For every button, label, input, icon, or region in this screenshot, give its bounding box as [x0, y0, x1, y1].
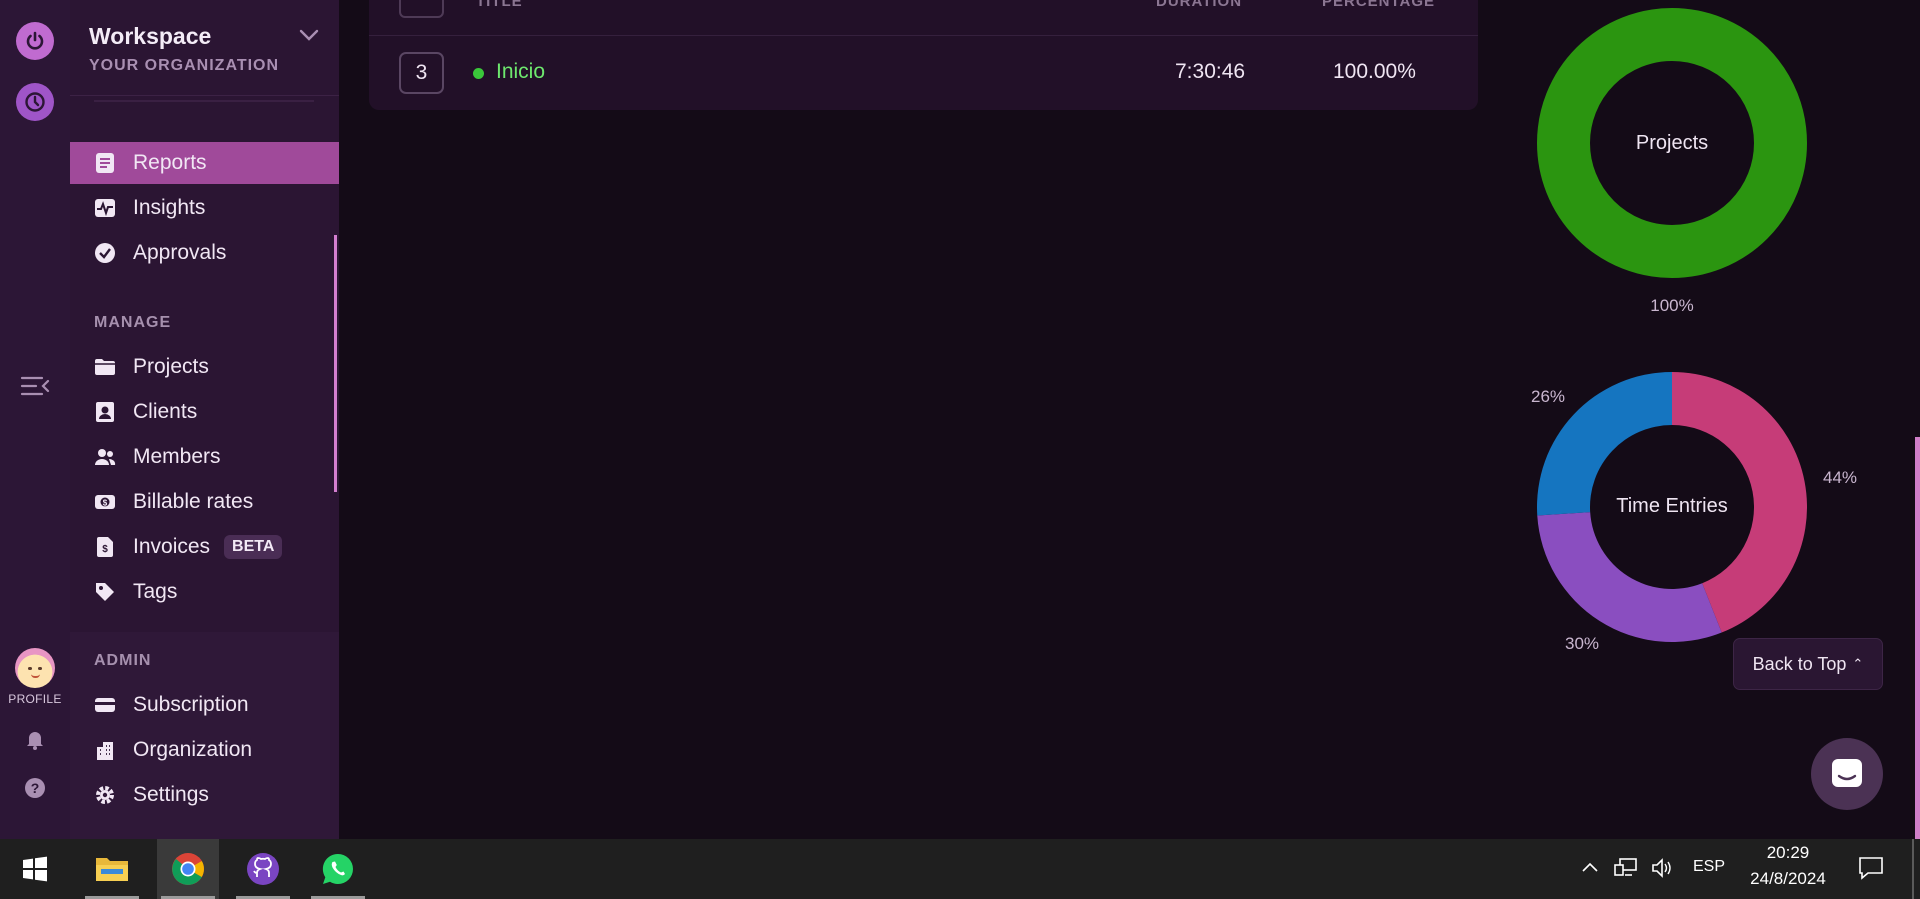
sidebar-item-label: Reports [133, 151, 207, 174]
workspace-name: Workspace [89, 23, 212, 49]
row-duration: 7:30:46 [1175, 60, 1246, 83]
timer-icon[interactable] [16, 83, 54, 121]
svg-text:?: ? [31, 780, 40, 796]
workspace-org: YOUR ORGANIZATION [89, 57, 280, 74]
projects-slice-label: 100% [1650, 296, 1693, 315]
github-desktop-icon[interactable] [232, 839, 294, 899]
money-icon: $ [94, 491, 116, 513]
notification-center-icon[interactable] [1858, 856, 1884, 885]
chat-icon [1832, 759, 1862, 787]
svg-text:$: $ [103, 499, 108, 508]
sidebar-item-label: Projects [133, 355, 209, 378]
chevron-down-icon [298, 28, 320, 44]
volume-icon[interactable] [1651, 857, 1675, 884]
sidebar-item-insights[interactable]: Insights [70, 187, 339, 229]
sidebar-item-approvals[interactable]: Approvals [70, 232, 339, 274]
sidebar-item-projects[interactable]: Projects [70, 346, 339, 388]
admin-section: ADMIN Subscription Organization Settings [70, 632, 339, 839]
folder-icon [94, 356, 116, 378]
sidebar-item-invoices[interactable]: $ Invoices BETA [70, 526, 339, 568]
contact-card-icon [94, 401, 116, 423]
whatsapp-icon[interactable] [307, 839, 369, 899]
table-header: TITLE DURATION PERCENTAGE [369, 0, 1478, 36]
sidebar-item-label: Organization [133, 738, 253, 761]
credit-card-icon [94, 694, 116, 716]
column-header-title[interactable]: TITLE [476, 0, 523, 10]
sidebar-item-label: Members [133, 445, 221, 468]
sidebar-item-label: Approvals [133, 241, 227, 264]
chevron-up-icon[interactable] [1580, 857, 1600, 882]
section-label-admin: ADMIN [94, 652, 152, 669]
show-desktop-button[interactable] [1912, 839, 1914, 899]
invoice-icon: $ [94, 536, 116, 558]
svg-text:$: $ [102, 544, 108, 555]
workspace-switcher[interactable]: Workspace YOUR ORGANIZATION [70, 0, 339, 96]
sidebar-item-subscription[interactable]: Subscription [70, 684, 339, 726]
windows-taskbar: ESP [0, 839, 1920, 899]
sidebar-scrollbar[interactable] [334, 235, 337, 492]
column-header-duration[interactable]: DURATION [1156, 0, 1242, 10]
sidebar-item-label: Invoices [133, 535, 211, 558]
sidebar-item-label: Clients [133, 400, 198, 423]
sidebar-item-label: Settings [133, 783, 209, 806]
sidebar-item-billable-rates[interactable]: $ Billable rates [70, 481, 339, 523]
section-label-manage: MANAGE [94, 314, 172, 331]
sidebar-item-members[interactable]: Members [70, 436, 339, 478]
users-icon [94, 446, 116, 468]
sidebar-item-settings[interactable]: Settings [70, 774, 339, 816]
chat-launcher-button[interactable] [1811, 738, 1883, 810]
beta-badge: BETA [224, 535, 283, 559]
taskbar-time[interactable]: 20:29 [1745, 843, 1831, 863]
back-to-top-button[interactable]: Back to Top ⌃ [1733, 638, 1883, 690]
reports-icon [94, 152, 116, 174]
column-header-percentage[interactable]: PERCENTAGE [1322, 0, 1435, 10]
network-icon[interactable] [1614, 857, 1638, 884]
page-scrollbar[interactable] [1915, 437, 1920, 839]
language-indicator[interactable]: ESP [1693, 858, 1725, 876]
chevron-up-icon: ⌃ [1852, 656, 1864, 671]
sidebar-item-tags[interactable]: Tags [70, 571, 339, 613]
avatar[interactable] [15, 648, 55, 688]
row-number[interactable]: 3 [399, 52, 444, 94]
taskbar-date[interactable]: 24/8/2024 [1738, 869, 1838, 889]
time-entries-center-label: Time Entries [1616, 495, 1728, 517]
row-percentage: 100.00% [1333, 60, 1416, 83]
sidebar-item-clients[interactable]: Clients [70, 391, 339, 433]
sidebar-item-reports[interactable]: Reports [70, 142, 339, 184]
select-all-checkbox[interactable] [399, 0, 444, 18]
chrome-icon[interactable] [157, 839, 219, 899]
bell-icon[interactable] [23, 727, 47, 751]
back-to-top-label: Back to Top [1752, 653, 1847, 674]
slice-label-30: 30% [1565, 634, 1599, 653]
slice-label-26: 26% [1531, 387, 1565, 406]
file-explorer-icon[interactable] [81, 839, 143, 899]
project-color-dot [473, 68, 484, 79]
power-icon[interactable] [16, 22, 54, 60]
building-icon [94, 739, 116, 761]
windows-start-icon[interactable] [4, 839, 66, 899]
sidebar-item-label: Subscription [133, 693, 249, 716]
time-entries-slice-1[interactable] [1537, 512, 1722, 642]
projects-center-label: Projects [1636, 132, 1708, 154]
report-table: TITLE DURATION PERCENTAGE 3 Inicio 7:30:… [369, 0, 1478, 110]
row-title[interactable]: Inicio [496, 60, 545, 84]
tag-icon [94, 581, 116, 603]
profile-label: PROFILE [8, 692, 62, 706]
sidebar-item-organization[interactable]: Organization [70, 729, 339, 771]
charts-area: Projects 100% Time Entries 44% 30% 26% [1531, 8, 1857, 653]
sidebar-item-label: Tags [133, 580, 178, 603]
help-icon[interactable]: ? [23, 776, 47, 800]
sidebar-item-label: Insights [133, 196, 206, 219]
sidebar: Reports Insights Approvals MANAGE Projec… [70, 0, 339, 839]
activity-icon [94, 197, 116, 219]
collapse-sidebar-icon[interactable] [20, 375, 50, 397]
app-rail: PROFILE ? [0, 0, 70, 839]
check-circle-icon [94, 242, 116, 264]
sidebar-item-label: Billable rates [133, 490, 254, 513]
slice-label-44: 44% [1823, 468, 1857, 487]
gear-icon [94, 784, 116, 806]
